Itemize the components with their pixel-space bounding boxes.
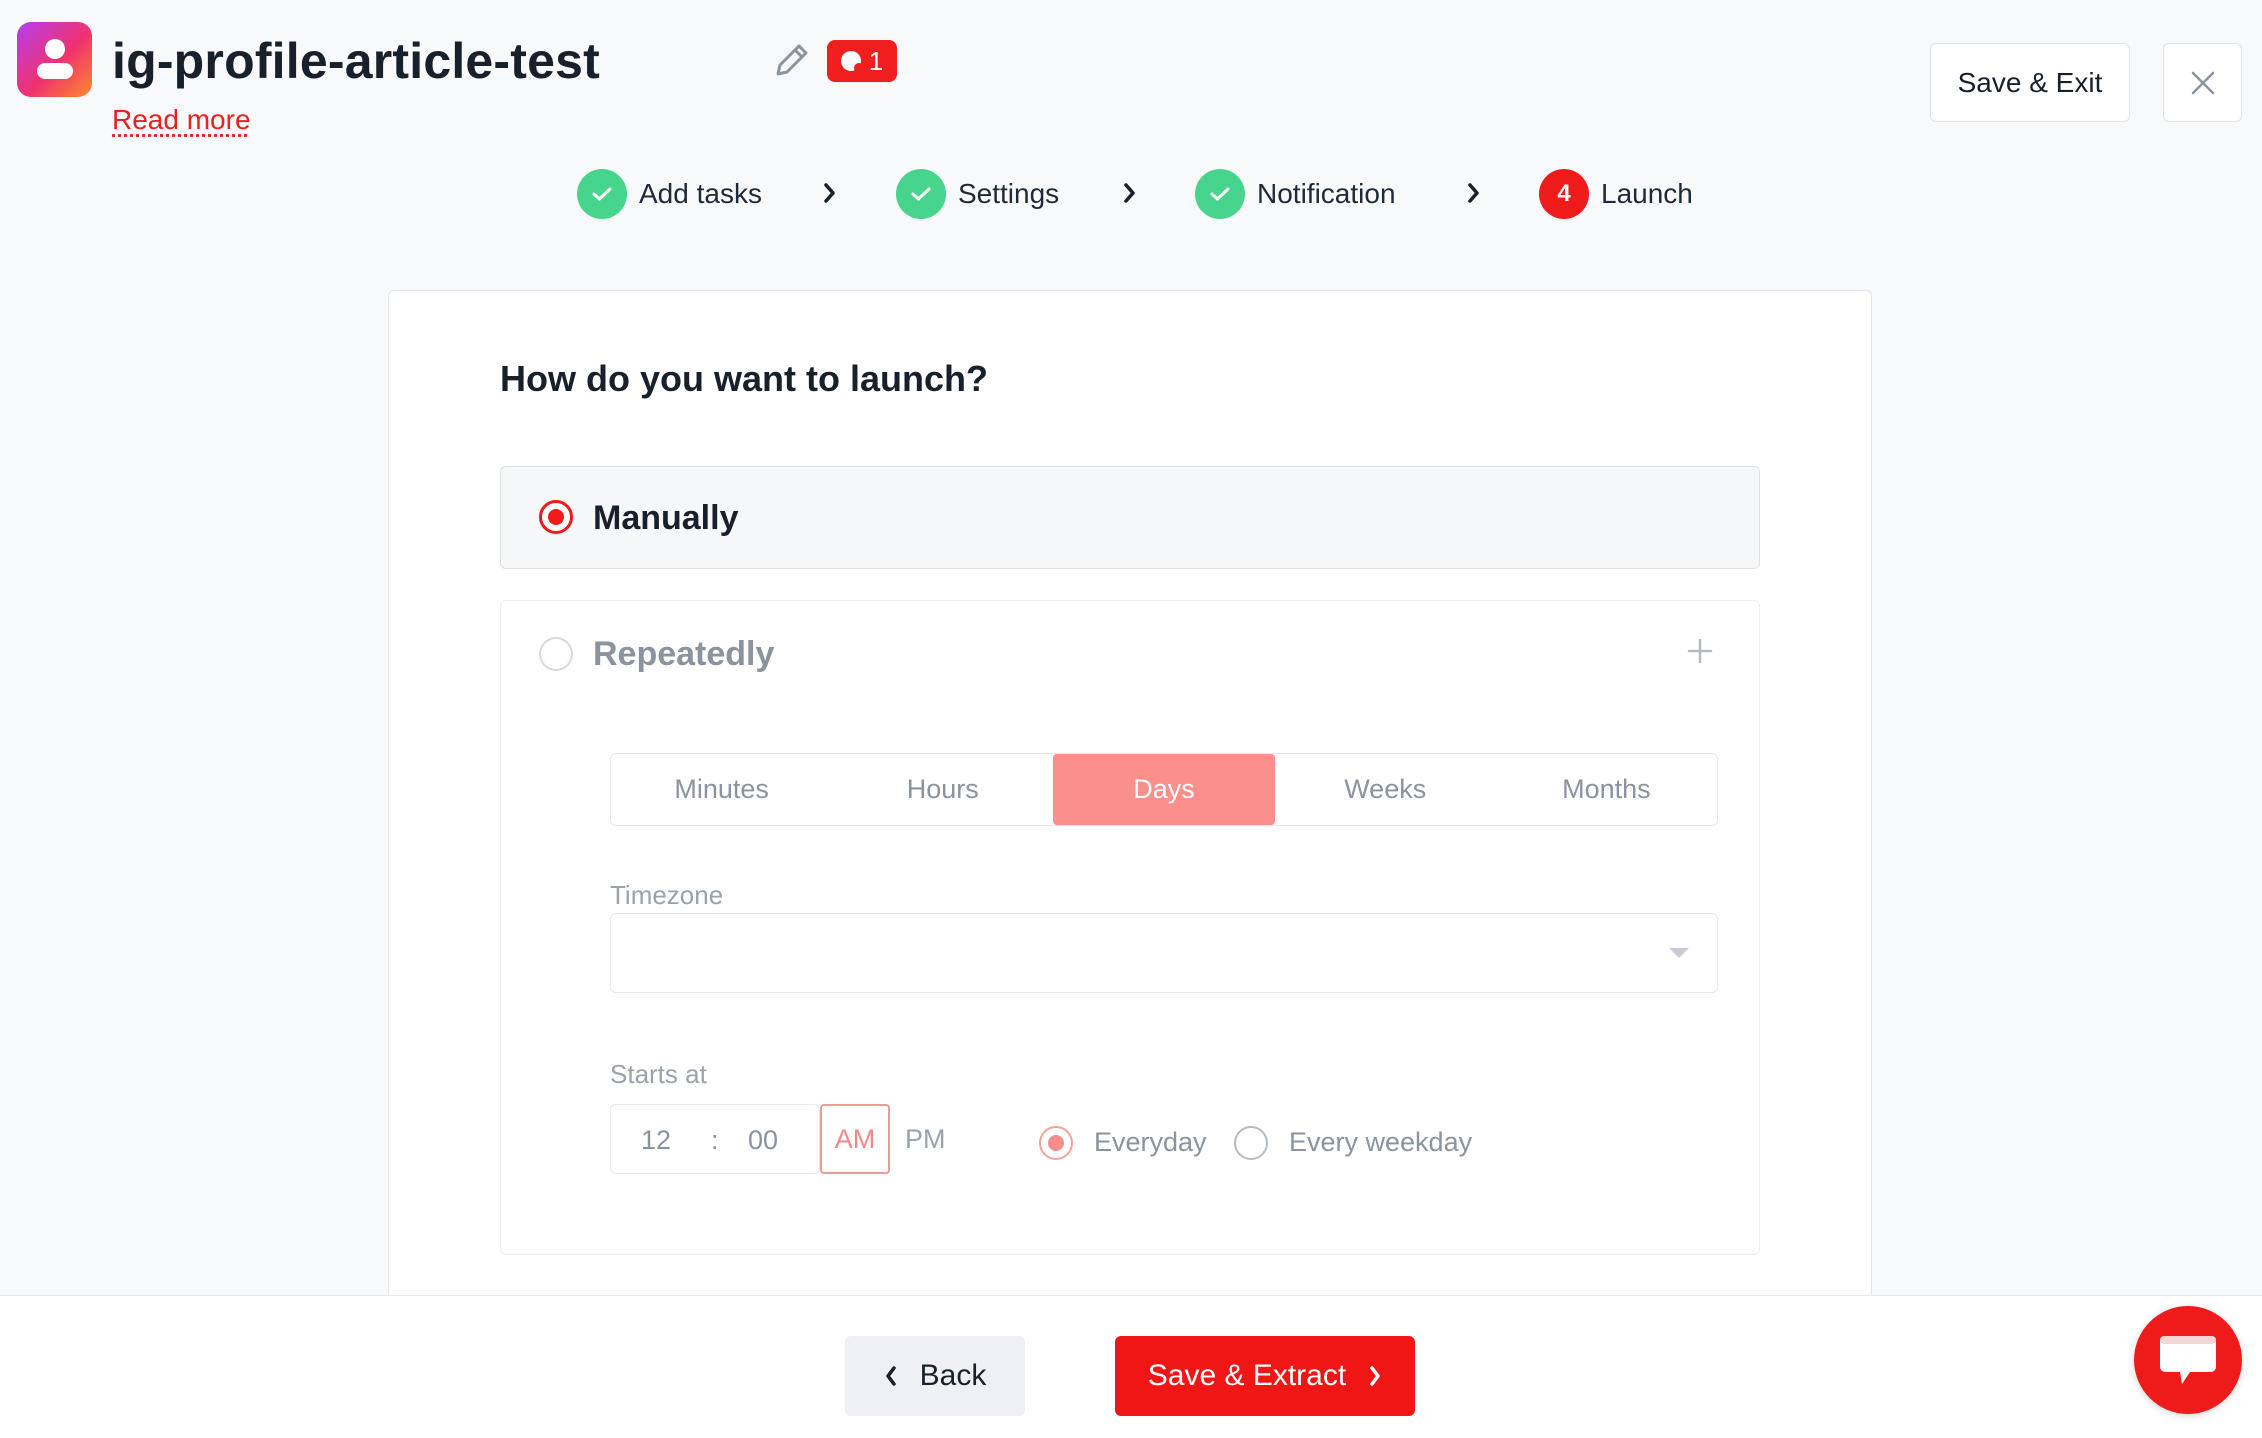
step-notification[interactable]: Notification [1195, 168, 1396, 220]
starts-at-label: Starts at [610, 1059, 707, 1089]
radio-manually[interactable] [539, 500, 573, 534]
radio-everyday[interactable] [1039, 1126, 1073, 1160]
chevron-right-icon [824, 183, 835, 203]
issue-badge[interactable]: 1 [827, 40, 897, 82]
close-button[interactable] [2163, 43, 2242, 122]
chat-button[interactable] [2134, 1306, 2242, 1414]
hour-field[interactable]: 12 [641, 1125, 671, 1156]
step-settings[interactable]: Settings [896, 168, 1059, 220]
chevron-right-icon [1370, 1366, 1380, 1386]
read-more-link[interactable]: Read more [112, 104, 251, 136]
save-extract-label: Save & Extract [1147, 1359, 1347, 1392]
record-icon [840, 51, 864, 73]
chevron-right-icon [1124, 183, 1135, 203]
save-extract-button[interactable]: Save & Extract [1115, 1336, 1415, 1416]
step-label: Settings [958, 178, 1060, 209]
interval-days[interactable]: Days [1053, 754, 1275, 825]
check-icon [896, 169, 946, 219]
interval-minutes[interactable]: Minutes [611, 754, 832, 825]
step-number: 4 [1539, 169, 1589, 219]
option-manually[interactable]: Manually [500, 466, 1760, 569]
minute-field[interactable]: 00 [748, 1125, 778, 1156]
close-icon [2191, 71, 2214, 94]
timezone-label: Timezone [610, 880, 724, 910]
check-icon [1195, 169, 1245, 219]
time-separator: : [711, 1125, 719, 1155]
interval-weeks[interactable]: Weeks [1275, 754, 1496, 825]
plus-icon[interactable] [1686, 637, 1714, 665]
radio-every-weekday[interactable] [1234, 1126, 1268, 1160]
time-input[interactable]: 12 : 00 [610, 1104, 820, 1174]
option-label: Manually [593, 499, 739, 537]
interval-hours[interactable]: Hours [832, 754, 1053, 825]
step-label: Add tasks [639, 178, 762, 209]
every-weekday-label: Every weekday [1289, 1127, 1473, 1157]
check-icon [577, 169, 627, 219]
back-label: Back [919, 1359, 987, 1392]
option-label: Repeatedly [593, 635, 775, 673]
launch-question: How do you want to launch? [500, 358, 988, 399]
am-toggle[interactable]: AM [820, 1104, 890, 1174]
profile-app-icon [17, 22, 92, 97]
step-add-tasks[interactable]: Add tasks [577, 168, 762, 220]
timezone-select[interactable] [610, 913, 1718, 993]
badge-count: 1 [868, 45, 884, 76]
chevron-left-icon [885, 1366, 896, 1386]
caret-down-icon [1669, 948, 1689, 958]
chevron-right-icon [1468, 183, 1479, 203]
interval-selector: Minutes Hours Days Weeks Months [610, 753, 1718, 826]
pencil-icon[interactable] [770, 38, 810, 87]
back-button[interactable]: Back [845, 1336, 1025, 1416]
everyday-label: Everyday [1094, 1127, 1207, 1157]
page-title: ig-profile-article-test [112, 33, 600, 89]
radio-repeatedly[interactable] [539, 637, 573, 671]
step-label: Notification [1257, 178, 1396, 209]
launch-page: ig-profile-article-test Read more 1 Save… [0, 0, 2262, 1438]
chat-icon [2160, 1336, 2216, 1384]
step-launch[interactable]: 4 Launch [1539, 168, 1693, 220]
pm-toggle[interactable]: PM [905, 1104, 946, 1174]
interval-months[interactable]: Months [1496, 754, 1717, 825]
step-label: Launch [1601, 178, 1693, 209]
save-exit-button[interactable]: Save & Exit [1930, 43, 2130, 122]
